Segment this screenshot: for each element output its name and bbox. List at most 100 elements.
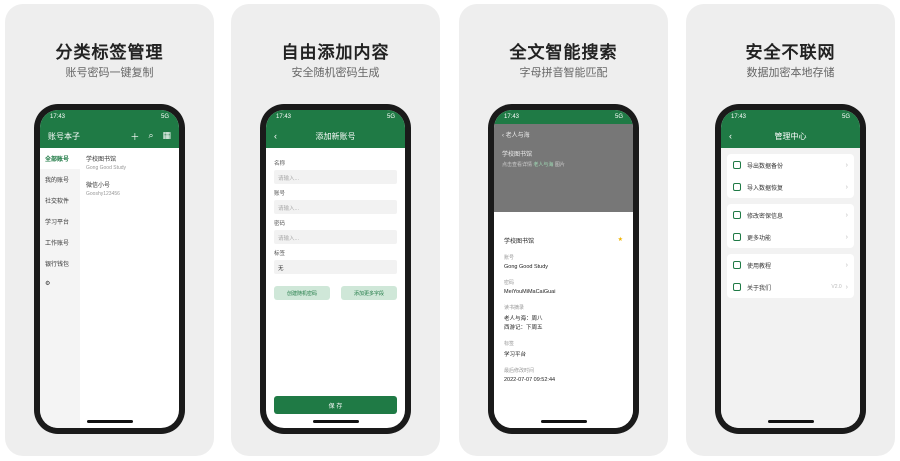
phone-screen: 17:43 5G ‹ 管理中心 导出数据备份 › 导入数据恢复 › 修改密保信息 › …: [721, 110, 860, 428]
grid-icon[interactable]: ▦: [162, 130, 171, 143]
nav-bar: ‹ 管理中心: [721, 124, 860, 148]
home-indicator: [86, 420, 133, 423]
item-sub: Gooshy123456: [86, 191, 120, 197]
field-value[interactable]: Gong Good Study: [504, 264, 623, 270]
status-bar: 17:43 5G: [721, 110, 860, 124]
password-input[interactable]: 请输入...: [274, 230, 397, 244]
home-indicator: [540, 420, 587, 423]
add-icon[interactable]: ＋: [130, 130, 139, 143]
field-value[interactable]: MeiYouMiMaCaiGuai: [504, 289, 623, 295]
feature-panel-1: 分类标签管理 账号密码一键复制 17:43 5G 账号本子 ＋ ⌕ ▦ 全部账号…: [5, 4, 214, 456]
chevron-right-icon: ›: [845, 233, 848, 241]
item-sub: Gong Good Study: [86, 165, 127, 171]
status-bar: 17:43 5G: [40, 110, 179, 124]
home-indicator: [767, 420, 814, 423]
feature-panel-3: 全文智能搜索 字母拼音智能匹配 17:43 5G ‹ 老人与海 学校图书馆 点击…: [459, 4, 668, 456]
panel-subtitle: 账号密码一键复制: [65, 67, 154, 79]
field-label: 账号: [274, 191, 286, 197]
add-form: 名称 请输入... 账号 请输入... 密码 请输入... 标签 无 创建随机密…: [266, 148, 405, 306]
home-indicator: [312, 420, 359, 423]
status-time: 17:43: [731, 114, 747, 120]
settings-list: 导出数据备份 › 导入数据恢复 › 修改密保信息 › 更多功能 › 使用教程 › 关于我们…: [721, 148, 860, 428]
chevron-right-icon: ›: [845, 211, 848, 219]
field-key: 密码: [504, 280, 515, 286]
account-list: 学校图书馆 Gong Good Study 微信小号 Gooshy123456: [80, 148, 179, 428]
field-key: 账号: [504, 255, 515, 261]
edit-icon: [733, 211, 741, 219]
screen-title: 管理中心: [774, 131, 807, 141]
more-icon: [733, 233, 741, 241]
import-icon: [733, 183, 741, 191]
panel-subtitle: 数据加密本地存储: [746, 67, 835, 79]
book-icon: [733, 261, 741, 269]
item-title: 微信小号: [86, 183, 111, 189]
status-time: 17:43: [276, 114, 292, 120]
save-button[interactable]: 保 存: [274, 396, 397, 414]
status-time: 17:43: [504, 114, 520, 120]
random-password-button[interactable]: 创建随机密码: [274, 286, 330, 300]
field-label: 密码: [274, 221, 286, 227]
panel-subtitle: 安全随机密码生成: [291, 67, 380, 79]
menu-tutorial[interactable]: 使用教程 ›: [727, 254, 854, 276]
category-item[interactable]: 学习平台: [40, 211, 80, 232]
item-title: 学校图书馆: [86, 157, 117, 163]
phone-frame: 17:43 5G 账号本子 ＋ ⌕ ▦ 全部账号 我的账号 社交软件 学习平台 …: [34, 104, 185, 434]
field-key: 读书摘录: [504, 305, 525, 311]
detail-sheet: 学校图书馆 ★ 账号 Gong Good Study 密码 MeiYouMiMa…: [494, 228, 633, 428]
result-sub: 点击查看详情 老人与海 图片: [502, 162, 565, 168]
account-input[interactable]: 请输入...: [274, 200, 397, 214]
status-signal: 5G: [386, 114, 395, 120]
field-value: 学习平台: [504, 352, 527, 358]
panel-title: 全文智能搜索: [509, 43, 618, 62]
status-signal: 5G: [614, 114, 623, 120]
menu-import-restore[interactable]: 导入数据恢复 ›: [727, 176, 854, 198]
panel-title: 自由添加内容: [281, 43, 390, 62]
star-icon[interactable]: ★: [618, 236, 623, 245]
chevron-right-icon: ›: [845, 183, 848, 191]
version-label: V2.0: [831, 284, 842, 290]
panel-title: 分类标签管理: [55, 43, 164, 62]
name-input[interactable]: 请输入...: [274, 170, 397, 184]
category-item[interactable]: 我的账号: [40, 169, 80, 190]
menu-more-features[interactable]: 更多功能 ›: [727, 226, 854, 248]
feature-panel-2: 自由添加内容 安全随机密码生成 17:43 5G ‹ 添加新账号 名称 请输入.…: [231, 4, 440, 456]
add-field-button[interactable]: 添加更多字段: [341, 286, 397, 300]
list-item[interactable]: 学校图书馆 Gong Good Study: [86, 154, 173, 171]
status-time: 17:43: [50, 114, 66, 120]
detail-title: 学校图书馆: [504, 239, 535, 245]
menu-about[interactable]: 关于我们 V2.0 ›: [727, 276, 854, 298]
chevron-right-icon: ›: [845, 261, 848, 269]
info-icon: [733, 283, 741, 291]
category-item[interactable]: 银行钱包: [40, 253, 80, 274]
menu-export-backup[interactable]: 导出数据备份 ›: [727, 154, 854, 176]
chevron-right-icon: ›: [845, 283, 848, 291]
category-sidebar: 全部账号 我的账号 社交软件 学习平台 工作账号 银行钱包 ⚙: [40, 148, 80, 428]
field-label: 标签: [274, 251, 286, 257]
menu-security-info[interactable]: 修改密保信息 ›: [727, 204, 854, 226]
phone-frame: 17:43 5G ‹ 添加新账号 名称 请输入... 账号 请输入... 密码 …: [260, 104, 411, 434]
status-signal: 5G: [841, 114, 850, 120]
tag-select[interactable]: 无: [274, 260, 397, 274]
result-title[interactable]: 学校图书馆: [502, 149, 625, 158]
status-bar: 17:43 5G: [494, 110, 633, 124]
search-input[interactable]: ‹ 老人与海: [502, 130, 625, 139]
phone-frame: 17:43 5G ‹ 老人与海 学校图书馆 点击查看详情 老人与海 图片 学校图…: [488, 104, 639, 434]
category-item[interactable]: 社交软件: [40, 190, 80, 211]
field-value: 西游记：下周五: [504, 325, 543, 331]
status-bar: 17:43 5G: [266, 110, 405, 124]
list-item[interactable]: 微信小号 Gooshy123456: [86, 180, 173, 197]
field-value: 2022-07-07 09:52:44: [504, 377, 556, 383]
back-icon[interactable]: ‹: [729, 131, 732, 141]
back-icon[interactable]: ‹: [274, 131, 277, 141]
settings-icon[interactable]: ⚙: [40, 274, 80, 293]
category-item[interactable]: 全部账号: [40, 148, 80, 169]
field-value: 老人与海：周八: [504, 316, 543, 322]
screen-title: 添加新账号: [315, 131, 356, 141]
status-signal: 5G: [160, 114, 169, 120]
field-key: 标签: [504, 341, 515, 347]
search-icon[interactable]: ⌕: [148, 130, 153, 143]
category-item[interactable]: 工作账号: [40, 232, 80, 253]
field-label: 名称: [274, 161, 286, 167]
panel-subtitle: 字母拼音智能匹配: [519, 67, 608, 79]
field-key: 最后修改时间: [504, 368, 535, 374]
